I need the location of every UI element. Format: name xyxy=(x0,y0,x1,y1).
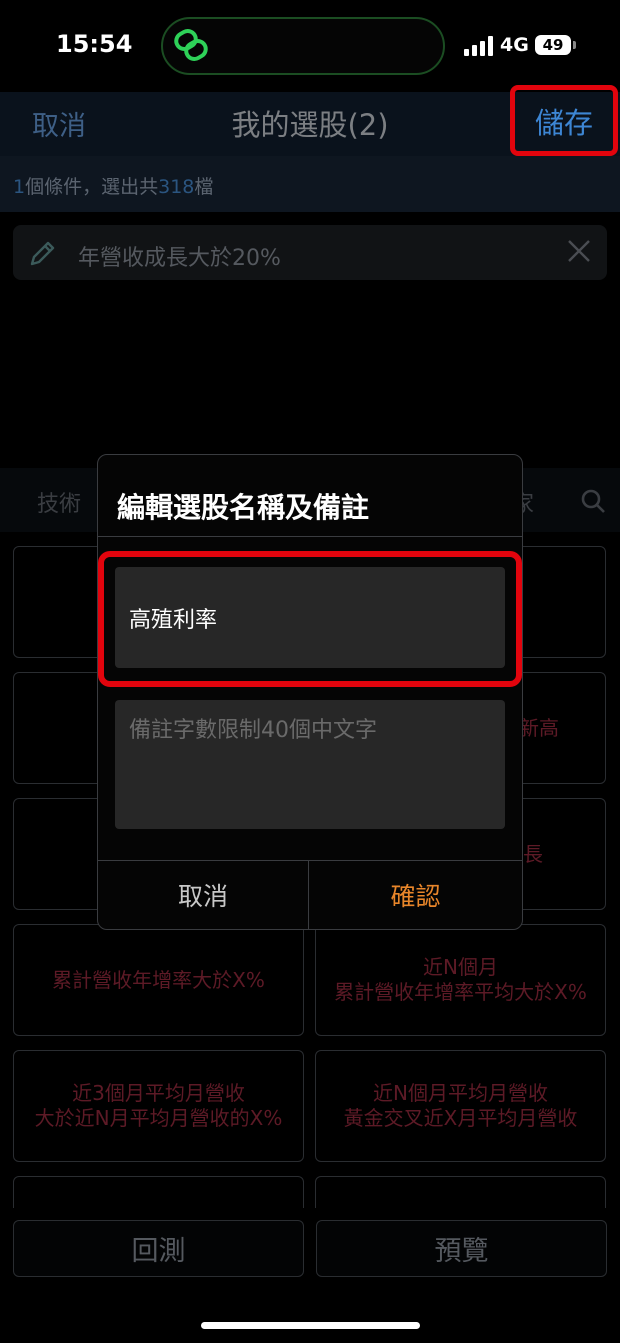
result-summary: 1個條件，選出共318檔 xyxy=(13,172,213,199)
search-icon[interactable] xyxy=(580,488,606,514)
strategy-card[interactable]: 近N個月 累計營收年增率平均大於X% xyxy=(315,924,606,1036)
close-icon[interactable] xyxy=(566,238,592,264)
battery-icon: 49 xyxy=(535,35,571,55)
home-indicator[interactable] xyxy=(201,1322,420,1329)
status-time: 15:54 xyxy=(56,30,133,58)
battery-tip xyxy=(573,41,576,49)
summary-suffix: 檔 xyxy=(194,176,214,198)
cellular-signal-icon xyxy=(464,36,493,56)
strategy-card[interactable]: 累計營收年增率大於X% xyxy=(13,924,304,1036)
note-textarea[interactable] xyxy=(115,700,505,829)
name-input-highlight xyxy=(98,551,522,687)
network-type: 4G xyxy=(500,34,529,56)
preview-button[interactable]: 預覽 xyxy=(316,1220,607,1277)
save-button-highlight xyxy=(510,85,618,156)
dialog-divider xyxy=(98,536,522,537)
link-app-icon xyxy=(174,29,208,61)
strategy-card[interactable]: 近3個月平均月營收 大於近N月平均月營收的X% xyxy=(13,1050,304,1162)
condition-text: 年營收成長大於20% xyxy=(78,246,281,271)
dialog-title: 編輯選股名稱及備註 xyxy=(117,491,370,524)
condition-count: 1 xyxy=(13,176,26,198)
result-count: 318 xyxy=(158,176,195,198)
tab-technical[interactable]: 技術 xyxy=(37,486,81,518)
dialog-cancel-button[interactable]: 取消 xyxy=(98,861,308,929)
summary-middle: 個條件，選出共 xyxy=(25,176,159,198)
dialog-confirm-button[interactable]: 確認 xyxy=(309,861,522,929)
strategy-card[interactable]: 近N個月平均月營收 黃金交叉近X月平均月營收 xyxy=(315,1050,606,1162)
backtest-button[interactable]: 回測 xyxy=(13,1220,304,1277)
pencil-icon[interactable] xyxy=(28,238,58,268)
